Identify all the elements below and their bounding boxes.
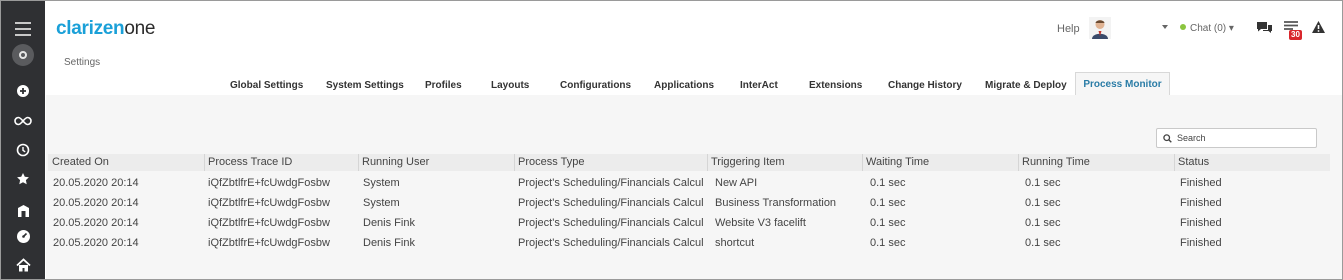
building-icon[interactable] [1,198,45,222]
tab-configurations[interactable]: Configurations [560,80,631,91]
tab-process-monitor[interactable]: Process Monitor [1075,72,1170,95]
logo-text-primary: clarizen [56,18,125,39]
cell-created-on: 20.05.2020 20:14 [53,217,139,229]
cell-status: Finished [1180,177,1222,189]
notification-badge: 30 [1289,30,1302,40]
tab-process-monitor-label: Process Monitor [1083,79,1162,90]
cell-waiting-time: 0.1 sec [870,197,906,209]
tab-migrate-deploy[interactable]: Migrate & Deploy [985,80,1067,91]
cell-waiting-time: 0.1 sec [870,177,906,189]
cell-process-type: Project's Scheduling/Financials Calculat… [518,197,704,209]
cell-trace-id: iQfZbtlfrE+fcUwdgFosbw [208,217,330,229]
tab-interact[interactable]: InterAct [740,80,778,91]
cell-running-user: Denis Fink [363,217,415,229]
chat-label: Chat (0) ▾ [1190,23,1234,34]
cell-waiting-time: 0.1 sec [870,217,906,229]
tab-layouts[interactable]: Layouts [491,80,529,91]
cell-running-user: Denis Fink [363,237,415,249]
star-icon[interactable] [1,167,45,191]
column-header-waiting-time[interactable]: Waiting Time [862,154,929,171]
cell-status: Finished [1180,217,1222,229]
cell-running-time: 0.1 sec [1025,237,1061,249]
search-placeholder: Search [1177,133,1206,143]
home-icon[interactable] [1,253,45,277]
cell-status: Finished [1180,197,1222,209]
cell-process-type: Project's Scheduling/Financials Calculat… [518,237,704,249]
column-header-triggering-item[interactable]: Triggering Item [707,154,785,171]
online-dot-icon [1180,24,1186,30]
tab-applications[interactable]: Applications [654,80,714,91]
cell-created-on: 20.05.2020 20:14 [53,237,139,249]
left-rail [1,1,45,279]
chat-status[interactable]: Chat (0) ▾ [1180,23,1234,34]
cell-running-time: 0.1 sec [1025,197,1061,209]
column-header-process-type[interactable]: Process Type [514,154,584,171]
cell-process-type: Project's Scheduling/Financials Calculat… [518,177,704,189]
column-header-process-trace-id[interactable]: Process Trace ID [204,154,292,171]
cell-running-user: System [363,197,400,209]
user-menu-caret-icon[interactable] [1162,25,1168,29]
column-header-running-user[interactable]: Running User [358,154,429,171]
plus-icon[interactable] [1,79,45,103]
cell-running-time: 0.1 sec [1025,177,1061,189]
cell-triggering-item[interactable]: New API [715,177,863,189]
chat-bubbles-icon[interactable] [1256,20,1272,36]
tab-change-history[interactable]: Change History [888,80,962,91]
cell-status: Finished [1180,237,1222,249]
cell-trace-id: iQfZbtlfrE+fcUwdgFosbw [208,177,330,189]
cell-triggering-item[interactable]: Website V3 facelift [715,217,863,229]
history-icon[interactable] [1,138,45,162]
search-icon [1163,133,1172,143]
tab-profiles[interactable]: Profiles [425,80,462,91]
help-link[interactable]: Help [1057,23,1080,35]
menu-icon[interactable] [1,17,45,41]
cell-trace-id: iQfZbtlfrE+fcUwdgFosbw [208,197,330,209]
cell-process-type: Project's Scheduling/Financials Calculat… [518,217,704,229]
warning-icon[interactable] [1311,20,1327,36]
search-icon[interactable] [1,43,45,67]
page-title: Settings [64,57,101,68]
cell-created-on: 20.05.2020 20:14 [53,177,139,189]
dashboard-icon[interactable] [1,224,45,248]
cell-trace-id: iQfZbtlfrE+fcUwdgFosbw [208,237,330,249]
column-header-status[interactable]: Status [1174,154,1209,171]
cell-running-time: 0.1 sec [1025,217,1061,229]
app-logo[interactable]: clarizenone [56,18,155,40]
cell-triggering-item[interactable]: Business Transformation [715,197,863,209]
column-header-created-on[interactable]: Created On [49,154,109,171]
tab-global-settings[interactable]: Global Settings [230,80,303,91]
column-header-running-time[interactable]: Running Time [1018,154,1090,171]
avatar[interactable] [1089,17,1111,39]
cell-triggering-item[interactable]: shortcut [715,237,863,249]
tab-extensions[interactable]: Extensions [809,80,862,91]
cell-waiting-time: 0.1 sec [870,237,906,249]
tab-system-settings[interactable]: System Settings [326,80,404,91]
cell-running-user: System [363,177,400,189]
infinity-icon[interactable] [1,109,45,133]
logo-text-secondary: one [124,18,156,39]
cell-created-on: 20.05.2020 20:14 [53,197,139,209]
search-input[interactable]: Search [1156,128,1317,148]
